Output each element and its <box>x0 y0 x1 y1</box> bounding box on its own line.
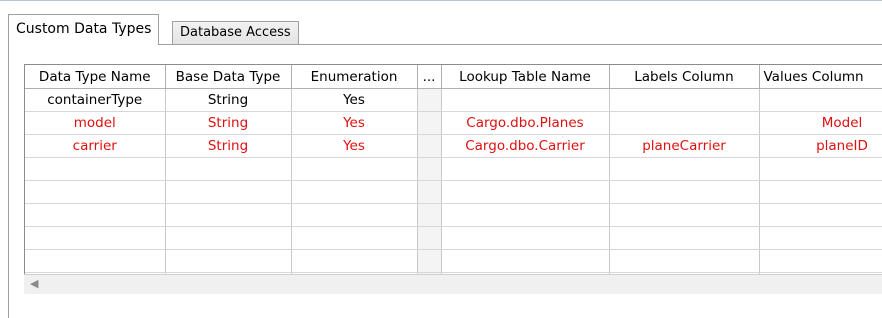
table-row[interactable] <box>25 157 882 181</box>
table-cell[interactable] <box>759 180 882 204</box>
table-cell[interactable] <box>291 180 418 204</box>
table-cell[interactable] <box>759 203 882 227</box>
table-cell[interactable]: String <box>165 111 292 135</box>
table-cell[interactable] <box>417 134 442 158</box>
table-cell[interactable] <box>165 249 292 273</box>
table-cell[interactable]: planeID <box>759 134 882 158</box>
table-cell[interactable] <box>441 88 610 112</box>
table-row[interactable] <box>25 203 882 227</box>
table-cell[interactable] <box>417 249 442 273</box>
column-header[interactable]: Labels Column <box>609 65 760 89</box>
table-cell[interactable]: Yes <box>291 134 418 158</box>
table-cell[interactable] <box>441 180 610 204</box>
table-cell[interactable] <box>25 203 166 227</box>
table-cell[interactable] <box>609 157 760 181</box>
table-cell[interactable]: model <box>25 111 166 135</box>
table-cell[interactable] <box>165 203 292 227</box>
table-row[interactable] <box>25 180 882 204</box>
tab-database-access[interactable]: Database Access <box>172 21 299 44</box>
table-cell[interactable] <box>417 88 442 112</box>
table-cell[interactable] <box>441 226 610 250</box>
table-cell[interactable]: String <box>165 134 292 158</box>
table-cell[interactable] <box>165 157 292 181</box>
table-cell[interactable]: planeCarrier <box>609 134 760 158</box>
table-cell[interactable]: Yes <box>291 111 418 135</box>
horizontal-scrollbar[interactable]: ◀ <box>24 274 882 294</box>
table-cell[interactable] <box>609 111 760 135</box>
table-cell[interactable] <box>609 226 760 250</box>
table-row[interactable] <box>25 249 882 273</box>
table-cell[interactable] <box>441 157 610 181</box>
column-header[interactable]: Enumeration <box>291 65 418 89</box>
table-cell[interactable] <box>417 157 442 181</box>
table-cell[interactable]: Model <box>759 111 882 135</box>
table-cell[interactable] <box>609 88 760 112</box>
column-header[interactable]: Data Type Name <box>25 65 166 89</box>
column-header[interactable]: Values Column <box>759 65 882 89</box>
table-row[interactable]: carrier String Yes Cargo.dbo.Carrier planeCa… <box>25 134 882 158</box>
table-cell[interactable]: carrier <box>25 134 166 158</box>
table-cell[interactable] <box>25 226 166 250</box>
table-cell[interactable] <box>25 157 166 181</box>
table-row[interactable]: model String Yes Cargo.dbo.Planes Model <box>25 111 882 135</box>
table-cell[interactable]: Cargo.dbo.Carrier <box>441 134 610 158</box>
top-border <box>0 0 882 1</box>
table-cell[interactable] <box>291 203 418 227</box>
table-cell[interactable]: String <box>165 88 292 112</box>
table-cell[interactable] <box>25 249 166 273</box>
table-cell[interactable]: Yes <box>291 88 418 112</box>
data-types-grid: Data Type Name Base Data Type Enumeratio… <box>24 64 882 274</box>
table-cell[interactable] <box>609 249 760 273</box>
table-cell[interactable] <box>759 226 882 250</box>
table-cell[interactable]: containerType <box>25 88 166 112</box>
table-cell[interactable] <box>165 180 292 204</box>
table-cell[interactable] <box>441 203 610 227</box>
table-row[interactable] <box>25 226 882 250</box>
table-cell[interactable] <box>417 226 442 250</box>
table-cell[interactable]: Cargo.dbo.Planes <box>441 111 610 135</box>
table-cell[interactable] <box>291 249 418 273</box>
table-cell[interactable] <box>441 249 610 273</box>
column-header[interactable]: Base Data Type <box>165 65 292 89</box>
table-cell[interactable] <box>609 180 760 204</box>
table-cell[interactable] <box>417 203 442 227</box>
table-cell[interactable] <box>417 180 442 204</box>
table-cell[interactable] <box>609 203 760 227</box>
tab-strip: Custom Data Types Database Access <box>8 14 882 45</box>
table-cell[interactable] <box>417 111 442 135</box>
table-cell[interactable] <box>759 88 882 112</box>
column-header[interactable]: Lookup Table Name <box>441 65 610 89</box>
table-cell[interactable] <box>759 249 882 273</box>
chevron-left-icon[interactable]: ◀ <box>30 277 38 290</box>
table-cell[interactable] <box>291 157 418 181</box>
table-cell[interactable] <box>165 226 292 250</box>
table-cell[interactable] <box>291 226 418 250</box>
table-row[interactable]: containerType String Yes <box>25 88 882 112</box>
tab-custom-data-types[interactable]: Custom Data Types <box>8 14 160 45</box>
header-row: Data Type Name Base Data Type Enumeratio… <box>25 65 882 89</box>
column-header[interactable]: ... <box>417 65 442 89</box>
table-cell[interactable] <box>25 180 166 204</box>
table-cell[interactable] <box>759 157 882 181</box>
data-types-table: Data Type Name Base Data Type Enumeratio… <box>25 65 882 274</box>
